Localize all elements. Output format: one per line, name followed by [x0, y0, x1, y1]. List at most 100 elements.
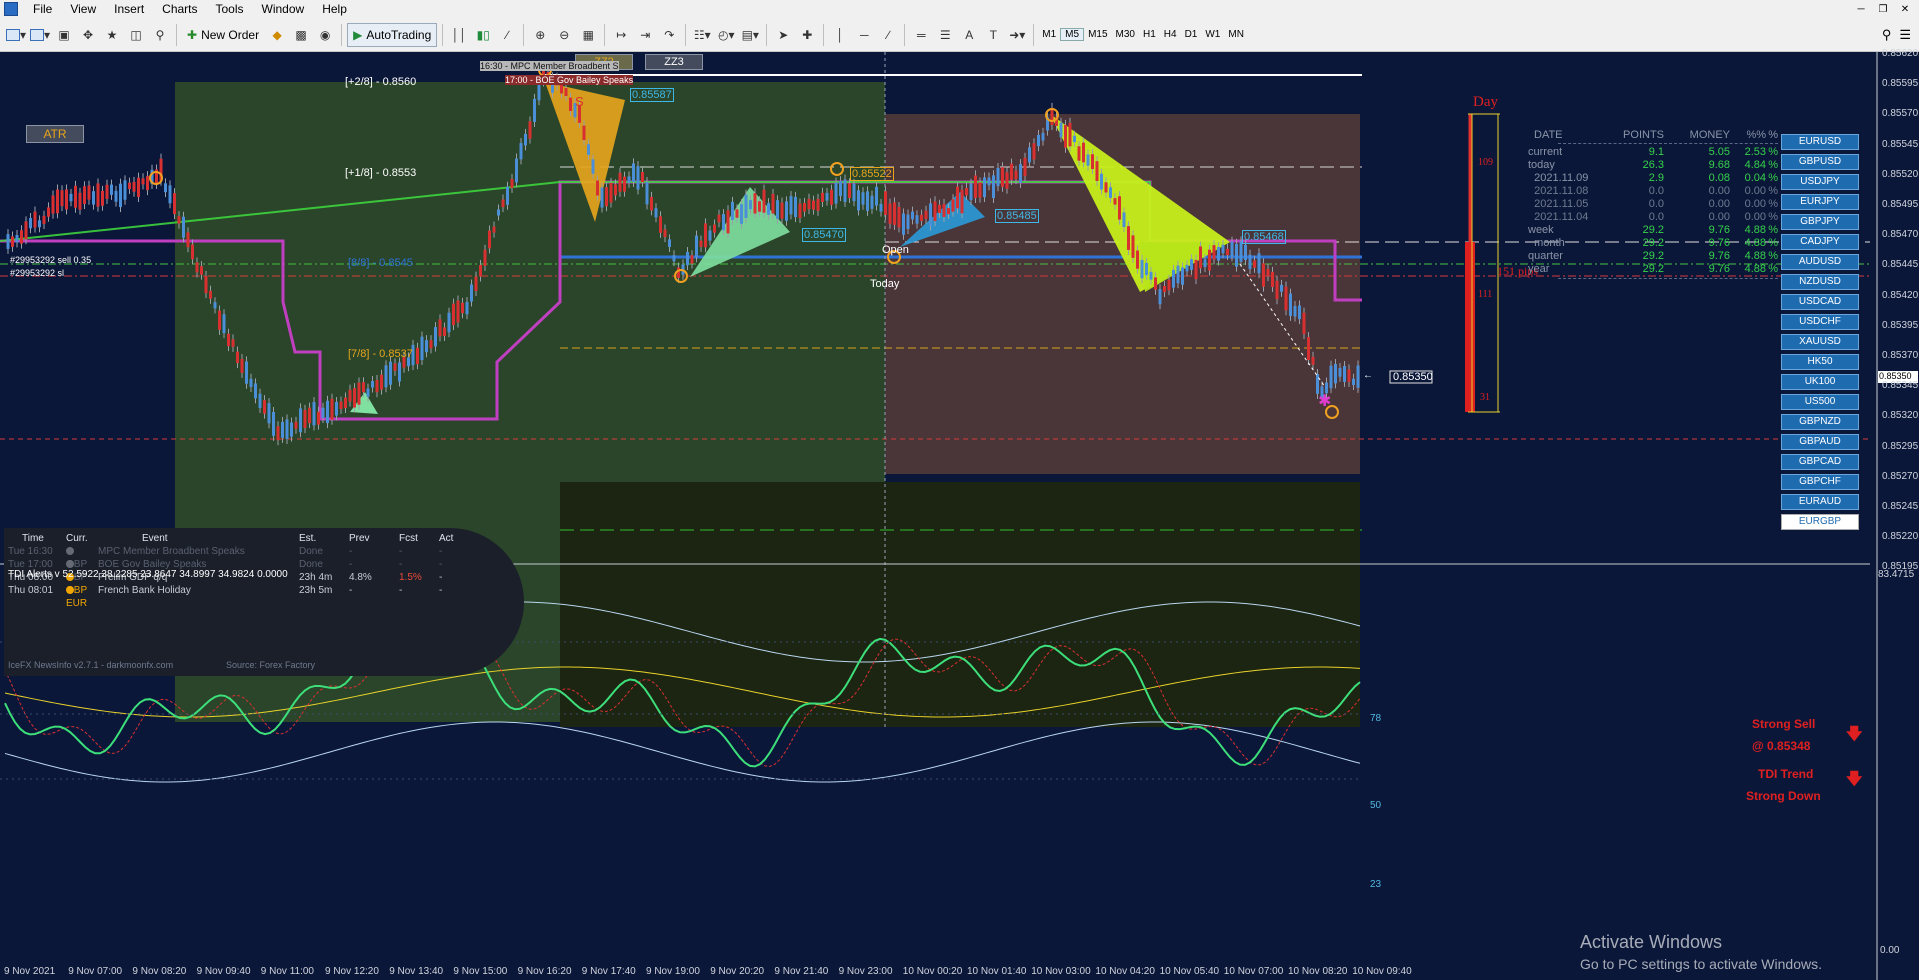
candle-body [1095, 161, 1099, 181]
symbol-button-us500[interactable]: US500 [1781, 394, 1859, 410]
arrows-icon[interactable]: ➜▾ [1006, 23, 1028, 47]
symbol-button-hk50[interactable]: HK50 [1781, 354, 1859, 370]
close-icon[interactable]: ✕ [1897, 2, 1913, 16]
symbol-button-cadjpy[interactable]: CADJPY [1781, 234, 1859, 250]
symbol-button-gbpaud[interactable]: GBPAUD [1781, 434, 1859, 450]
timeframe-mn[interactable]: MN [1224, 29, 1248, 40]
search-icon[interactable]: ⚲ [1882, 27, 1892, 43]
zz3-button[interactable]: ZZ3 [645, 54, 703, 70]
autotrading-button[interactable]: ▶ AutoTrading [347, 22, 438, 47]
timeframe-h1[interactable]: H1 [1139, 29, 1160, 40]
horizontal-line-icon[interactable]: ─ [853, 23, 875, 47]
fibonacci-icon[interactable]: ☰ [934, 23, 956, 47]
menu-view[interactable]: View [61, 2, 105, 16]
terminal-icon[interactable]: ◫ [125, 23, 147, 47]
symbol-button-gbpnzd[interactable]: GBPNZD [1781, 414, 1859, 430]
symbol-button-eurusd[interactable]: EURUSD [1781, 134, 1859, 150]
community-icon[interactable]: ☰ [1899, 27, 1911, 43]
new-chart-icon[interactable]: ▾ [5, 23, 27, 47]
candle-body [915, 215, 919, 224]
zoom-out-icon[interactable]: ⊖ [553, 23, 575, 47]
symbol-button-xauusd[interactable]: XAUUSD [1781, 334, 1859, 350]
menu-tools[interactable]: Tools [207, 2, 253, 16]
candle-body [938, 204, 941, 214]
indicators-icon[interactable]: ↷ [658, 23, 680, 47]
profiles-icon[interactable]: ▾ [29, 23, 51, 47]
timeframe-h4[interactable]: H4 [1160, 29, 1181, 40]
options-icon[interactable]: ▩ [290, 23, 312, 47]
candle-body [1253, 260, 1256, 268]
channel-icon[interactable]: ═ [910, 23, 932, 47]
templates-icon[interactable]: ▤▾ [739, 23, 761, 47]
symbol-button-gbpjpy[interactable]: GBPJPY [1781, 214, 1859, 230]
stats-cell-sym: % [1768, 224, 1778, 236]
candle-body [1181, 267, 1184, 285]
stats-cell-pct: 4.84 [1744, 159, 1766, 171]
timeframe-m5[interactable]: M5 [1060, 28, 1085, 41]
symbol-button-audusd[interactable]: AUDUSD [1781, 254, 1859, 270]
bar-chart-icon[interactable]: ││ [448, 23, 470, 47]
restore-icon[interactable]: ❐ [1875, 2, 1891, 16]
trendline-icon[interactable]: ∕ [877, 23, 899, 47]
text-icon[interactable]: A [958, 23, 980, 47]
auto-scroll-icon[interactable]: ↦ [610, 23, 632, 47]
menu-file[interactable]: File [24, 2, 61, 16]
symbol-button-uk100[interactable]: UK100 [1781, 374, 1859, 390]
cursor-icon[interactable]: ➤ [772, 23, 794, 47]
price-axis-label: 0.85620 [1882, 48, 1919, 59]
candle-body [794, 196, 797, 218]
symbol-button-gbpchf[interactable]: GBPCHF [1781, 474, 1859, 490]
signals-icon[interactable]: ◉ [314, 23, 336, 47]
tdi-signal-price: @ 0.85348 [1752, 739, 1811, 753]
vertical-line-icon[interactable]: │ [829, 23, 851, 47]
candlestick-icon[interactable]: ▮▯ [472, 23, 494, 47]
candle-body [177, 216, 181, 224]
minimize-icon[interactable]: ─ [1853, 2, 1869, 16]
time-axis-label: 10 Nov 07:00 [1223, 966, 1284, 977]
candle-body [474, 276, 478, 291]
chart-window[interactable]: ATR ZZ2 ZZ3 16:30 - MPC Member Broadbent… [0, 48, 1919, 980]
timeframe-d1[interactable]: D1 [1181, 29, 1202, 40]
crosshair-icon[interactable]: ✚ [796, 23, 818, 47]
atr-button[interactable]: ATR [26, 125, 84, 143]
candle-body [965, 187, 968, 196]
sell-marker-label: S [575, 94, 584, 109]
symbol-button-nzdusd[interactable]: NZDUSD [1781, 274, 1859, 290]
line-chart-icon[interactable]: ∕ [496, 23, 518, 47]
timeframe-m15[interactable]: M15 [1084, 29, 1111, 40]
symbol-button-usdchf[interactable]: USDCHF [1781, 314, 1859, 330]
market-watch-icon[interactable]: ▣ [53, 23, 75, 47]
symbol-button-eurjpy[interactable]: EURJPY [1781, 194, 1859, 210]
candle-body [677, 267, 680, 278]
tile-windows-icon[interactable]: ▦ [577, 23, 599, 47]
candle-body [353, 388, 356, 408]
symbol-button-usdcad[interactable]: USDCAD [1781, 294, 1859, 310]
zoom-in-icon[interactable]: ⊕ [529, 23, 551, 47]
metaeditor-icon[interactable]: ◆ [266, 23, 288, 47]
strategy-tester-icon[interactable]: ⚲ [149, 23, 171, 47]
menu-window[interactable]: Window [253, 2, 314, 16]
candle-body [204, 275, 208, 294]
text-label-icon[interactable]: T [982, 23, 1004, 47]
symbol-button-usdjpy[interactable]: USDJPY [1781, 174, 1859, 190]
timeframe-w1[interactable]: W1 [1201, 29, 1224, 40]
timeframe-m1[interactable]: M1 [1038, 29, 1060, 40]
timeframe-m30[interactable]: M30 [1112, 29, 1139, 40]
symbol-button-eurgbp[interactable]: EURGBP [1781, 514, 1859, 530]
chart-shift-icon[interactable]: ⇥ [634, 23, 656, 47]
symbol-button-gbpusd[interactable]: GBPUSD [1781, 154, 1859, 170]
symbol-button-gbpcad[interactable]: GBPCAD [1781, 454, 1859, 470]
candle-body [87, 185, 91, 200]
periods-icon[interactable]: ◴▾ [715, 23, 737, 47]
candle-body [587, 144, 590, 155]
candle-body [609, 182, 613, 203]
navigator-icon[interactable]: ★ [101, 23, 123, 47]
tdi-trend-label: TDI Trend [1758, 767, 1814, 781]
data-window-icon[interactable]: ✥ [77, 23, 99, 47]
menu-charts[interactable]: Charts [153, 2, 206, 16]
menu-insert[interactable]: Insert [105, 2, 153, 16]
indicators-list-icon[interactable]: ☷▾ [691, 23, 713, 47]
menu-help[interactable]: Help [313, 2, 356, 16]
new-order-button[interactable]: ✚ New Order [182, 23, 264, 47]
symbol-button-euraud[interactable]: EURAUD [1781, 494, 1859, 510]
